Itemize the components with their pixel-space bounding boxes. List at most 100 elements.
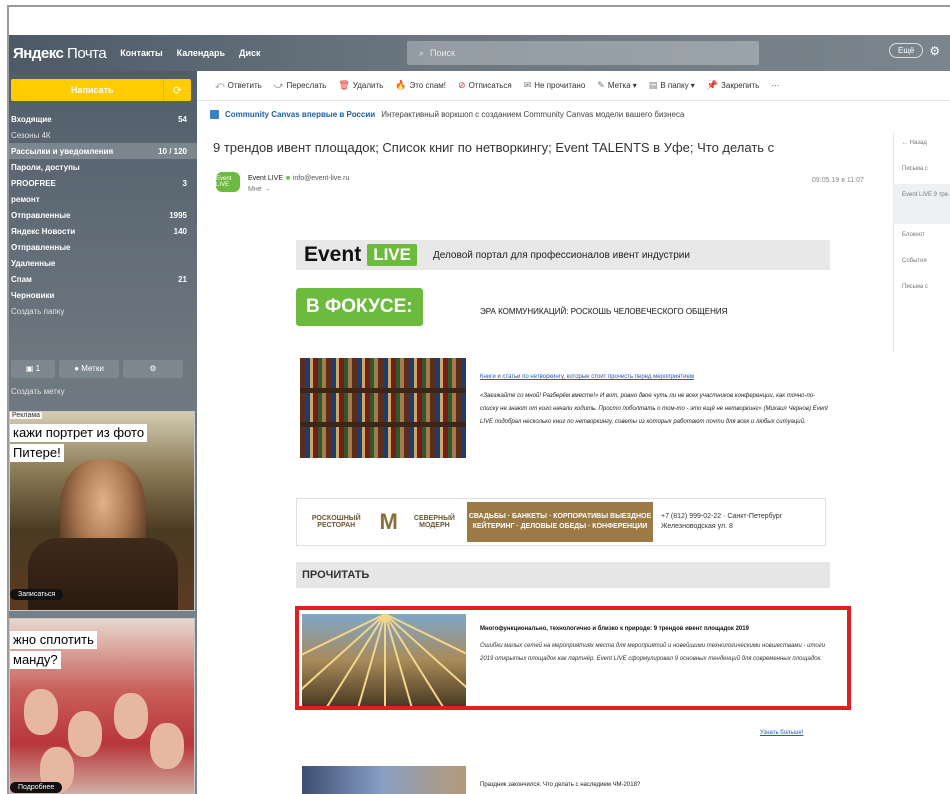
toolbar-button[interactable]: ⤺ Ответить bbox=[215, 80, 262, 91]
more-button[interactable]: Ещё bbox=[889, 43, 924, 58]
right-item[interactable]: Блокнот bbox=[894, 224, 950, 250]
more-link[interactable]: Узнать больше! bbox=[760, 730, 803, 736]
nav-contacts[interactable]: Контакты bbox=[120, 48, 162, 58]
restaurant-banner[interactable]: РОСКОШНЫЙ РЕСТОРАН М СЕВЕРНЫЙ МОДЕРН СВА… bbox=[296, 498, 826, 546]
banner-contacts: +7 (812) 999-02-22 · Санкт-Петербург Жел… bbox=[661, 513, 783, 530]
toolbar-icon: ⤻ bbox=[273, 80, 284, 90]
stadium-image[interactable] bbox=[302, 766, 466, 794]
folder-count: 3 bbox=[182, 178, 187, 188]
sidebar-folder[interactable]: Входящие 54 bbox=[9, 111, 197, 127]
folder-label: Пароли, доступы bbox=[11, 162, 80, 172]
email-date: 09.05.19 в 11:07 bbox=[812, 177, 864, 184]
ad-label: Реклама bbox=[10, 412, 43, 419]
folder-count: 10 / 120 bbox=[158, 146, 187, 156]
sidebar-folder[interactable]: Пароли, доступы bbox=[9, 159, 197, 175]
shelf-line bbox=[300, 422, 466, 427]
sidebar-folder[interactable]: Черновики bbox=[9, 287, 197, 303]
promo-link[interactable]: Community Canvas впервые в России bbox=[225, 110, 375, 119]
hand-image bbox=[114, 693, 148, 739]
folder-label: Отправленные bbox=[11, 242, 71, 252]
folder-count: 140 bbox=[173, 226, 187, 236]
filter-button[interactable]: ▣ 1 bbox=[11, 360, 55, 378]
ad-title-line1: жно сплотить bbox=[10, 631, 97, 649]
toolbar-button[interactable]: ⊘ Отписаться bbox=[458, 80, 512, 91]
focus-badge: В ФОКУСЕ: bbox=[296, 288, 423, 326]
toolbar-button[interactable]: ✎ Метка ▾ bbox=[597, 80, 637, 91]
toolbar-label: Не прочитано bbox=[534, 81, 586, 90]
sidebar-folder[interactable]: Отправленные 1995 bbox=[9, 207, 197, 223]
hand-image bbox=[150, 723, 184, 769]
folder-label: Спам bbox=[11, 274, 32, 284]
article-link[interactable]: Книги и статьи по нетворкингу, которые с… bbox=[480, 374, 830, 380]
yandex-mail-logo[interactable]: Яндекс Почта bbox=[13, 45, 107, 62]
sidebar-folder[interactable]: ремонт bbox=[9, 191, 197, 207]
sidebar: Написать ⟳ Входящие 54 Сезоны 4К Рассылки и… bbox=[9, 71, 197, 794]
right-item[interactable]: События bbox=[894, 250, 950, 276]
sender-email[interactable]: info@event-live.ru bbox=[293, 175, 350, 182]
article-body: «Заезжайте со мной! Разберём вместе!» И … bbox=[480, 393, 828, 425]
bookshelf-image[interactable] bbox=[300, 358, 466, 458]
toolbar-button[interactable]: ▤ В папку ▾ bbox=[649, 80, 695, 91]
sidebar-folder[interactable]: Отправленные bbox=[9, 239, 197, 255]
folder-label: Отправленные bbox=[11, 210, 71, 220]
sidebar-folder[interactable]: Рассылки и уведомления 10 / 120 bbox=[9, 143, 197, 159]
right-item[interactable]: Письма с bbox=[894, 276, 950, 302]
sidebar-folder[interactable]: Сезоны 4К bbox=[9, 127, 197, 143]
sidebar-folder[interactable]: Спам 21 bbox=[9, 271, 197, 287]
focus-text[interactable]: ЭРА КОММУНИКАЦИЙ: РОСКОШЬ ЧЕЛОВЕЧЕСКОГО … bbox=[480, 307, 727, 316]
toolbar-button[interactable]: ✉ Не прочитано bbox=[524, 80, 586, 91]
right-back-link[interactable]: ← Назад bbox=[894, 132, 950, 158]
toolbar-icon: ⊘ bbox=[458, 80, 466, 90]
toolbar-label: Отписаться bbox=[468, 81, 512, 90]
create-label-link[interactable]: Создать метку bbox=[11, 387, 65, 396]
banner-logo-icon: М bbox=[379, 509, 398, 534]
article-title[interactable]: Праздник закончился. Что делать с наслед… bbox=[480, 782, 640, 788]
sidebar-folder[interactable]: Создать папку bbox=[9, 303, 197, 319]
message-toolbar: ⤺ Ответить ⤻ Переслать 🗑 Удалить 🔥 Это спам! ⊘ От… bbox=[197, 71, 950, 101]
folder-count: 21 bbox=[178, 274, 187, 284]
toolbar-icon: ✉ bbox=[523, 80, 532, 90]
toolbar-button[interactable]: 🗑 Удалить bbox=[338, 80, 383, 91]
settings-icon[interactable]: ⚙ bbox=[123, 360, 183, 378]
ad-button[interactable]: Подробнее bbox=[10, 782, 63, 793]
toolbar-button[interactable]: 📌 Закрепить bbox=[707, 80, 760, 91]
nav-disk[interactable]: Диск bbox=[239, 48, 260, 58]
hand-image bbox=[24, 689, 58, 735]
verified-icon: ■ bbox=[285, 175, 291, 182]
toolbar-button[interactable]: ⤻ Переслать bbox=[274, 80, 327, 91]
sidebar-folder[interactable]: Яндекс Новости 140 bbox=[9, 223, 197, 239]
sidebar-folder[interactable]: PROOFREE 3 bbox=[9, 175, 197, 191]
refresh-icon[interactable]: ⟳ bbox=[163, 79, 191, 101]
toolbar-icon: 🔥 bbox=[395, 80, 407, 90]
recipient[interactable]: Мне → bbox=[248, 186, 349, 193]
toolbar-button[interactable]: ··· bbox=[771, 81, 779, 90]
toolbar-button[interactable]: 🔥 Это спам! bbox=[395, 80, 446, 91]
toolbar-label: В папку ▾ bbox=[660, 81, 695, 90]
right-item[interactable]: Письма с bbox=[894, 158, 950, 184]
search-input[interactable]: ⌕ Поиск bbox=[407, 41, 759, 65]
toolbar-label: Закрепить bbox=[721, 81, 760, 90]
ad-banner-portrait[interactable]: Реклама кажи портрет из фото Питере! Зап… bbox=[9, 411, 195, 611]
sender-name[interactable]: Event LIVE bbox=[248, 175, 283, 182]
labels-button[interactable]: ● Метки bbox=[59, 360, 119, 378]
folder-count: 1995 bbox=[169, 210, 187, 220]
folder-label: ремонт bbox=[11, 194, 40, 204]
write-button[interactable]: Написать ⟳ bbox=[11, 79, 191, 101]
gear-icon[interactable]: ⚙ bbox=[929, 44, 940, 58]
folder-count: 54 bbox=[178, 114, 187, 124]
brand-live: LIVE bbox=[367, 244, 417, 266]
sidebar-folder[interactable]: Удаленные bbox=[9, 255, 197, 271]
ad-button[interactable]: Записаться bbox=[10, 589, 64, 600]
banner-services: СВАДЬБЫ · БАНКЕТЫ · КОРПОРАТИВЫ ВЫЕЗДНОЕ… bbox=[467, 502, 653, 542]
folder-label: PROOFREE bbox=[11, 178, 56, 188]
folder-label: Черновики bbox=[11, 290, 55, 300]
nav-calendar[interactable]: Календарь bbox=[177, 48, 225, 58]
ad-banner-team[interactable]: жно сплотить манду? Подробнее bbox=[9, 618, 195, 794]
brand-tagline: Деловой портал для профессионалов ивент … bbox=[432, 249, 690, 261]
right-item-current[interactable]: Event LIVE 9 тре... bbox=[894, 184, 950, 224]
top-nav: Контакты Календарь Диск bbox=[120, 48, 260, 58]
toolbar-label: Удалить bbox=[352, 81, 384, 90]
search-icon: ⌕ bbox=[419, 47, 425, 58]
write-label: Написать bbox=[71, 85, 114, 95]
avatar[interactable]: Event LIVE bbox=[216, 172, 240, 192]
